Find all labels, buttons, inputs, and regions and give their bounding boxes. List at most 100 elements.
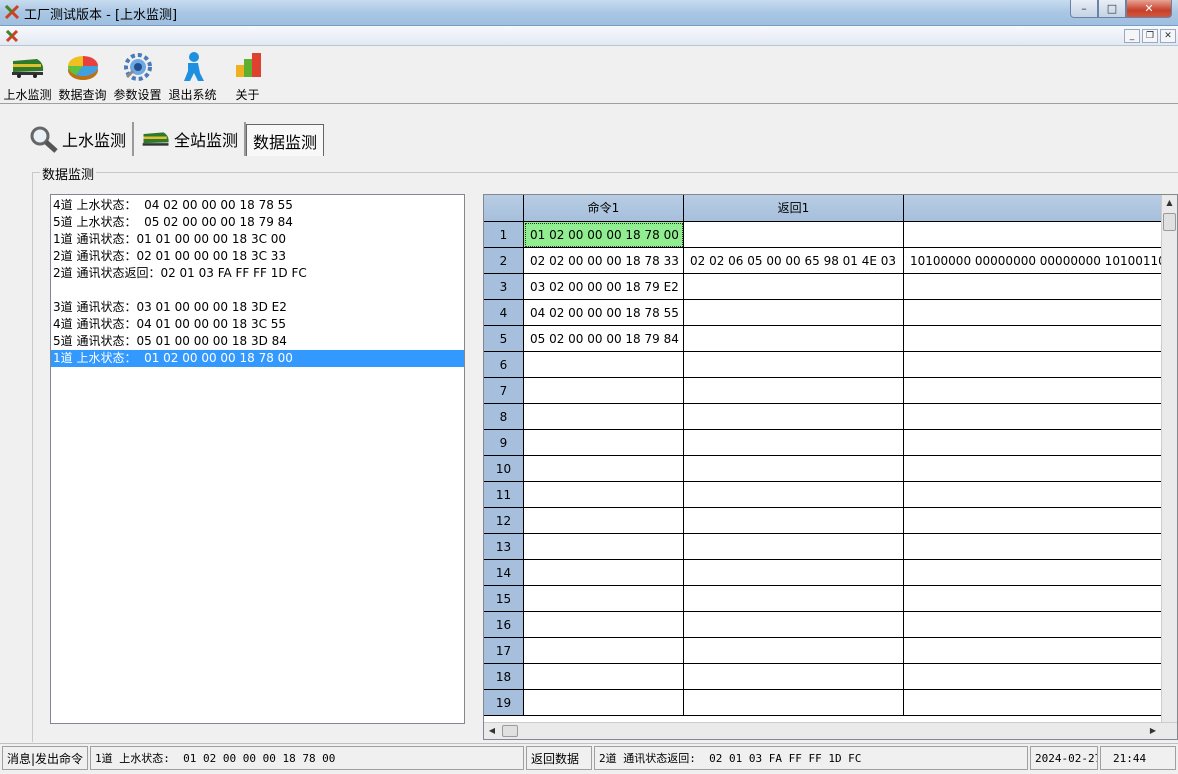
row-header[interactable]: 10: [484, 456, 524, 482]
grid-cell[interactable]: [904, 560, 1164, 586]
mdi-close-button[interactable]: ✕: [1160, 29, 1176, 43]
grid-cell[interactable]: [524, 430, 684, 456]
table-row[interactable]: 13: [484, 534, 1164, 560]
grid-col-header[interactable]: 命令1: [524, 195, 684, 222]
grid-cell[interactable]: [524, 404, 684, 430]
grid-cell[interactable]: [904, 534, 1164, 560]
scroll-thumb[interactable]: [502, 725, 518, 737]
grid-cell[interactable]: [524, 482, 684, 508]
grid-col-header[interactable]: [904, 195, 1164, 222]
grid-cell[interactable]: [684, 534, 904, 560]
table-row[interactable]: 6: [484, 352, 1164, 378]
tab-water-monitor[interactable]: 上水监测: [22, 122, 135, 156]
list-item[interactable]: 4道 上水状态： 04 02 00 00 00 18 78 55: [51, 197, 464, 214]
grid-cell[interactable]: 04 02 00 00 00 18 78 55: [524, 300, 684, 326]
grid-cell[interactable]: [904, 638, 1164, 664]
grid-cell[interactable]: [904, 586, 1164, 612]
table-row[interactable]: 18: [484, 664, 1164, 690]
toolbar-data-query-button[interactable]: 数据查询: [55, 46, 110, 104]
message-log-list[interactable]: 4道 上水状态： 04 02 00 00 00 18 78 55 5道 上水状态：…: [50, 194, 465, 724]
list-item[interactable]: 5道 通讯状态：05 01 00 00 00 18 3D 84: [51, 333, 464, 350]
scroll-thumb[interactable]: [1163, 213, 1176, 231]
grid-cell[interactable]: [904, 404, 1164, 430]
list-item[interactable]: 2道 通讯状态：02 01 00 00 00 18 3C 33: [51, 248, 464, 265]
tab-station-monitor[interactable]: 全站监测: [134, 122, 247, 156]
table-row[interactable]: 2 02 02 00 00 00 18 78 33 02 02 06 05 00 0…: [484, 248, 1164, 274]
grid-cell[interactable]: [524, 612, 684, 638]
grid-cell[interactable]: [524, 638, 684, 664]
row-header[interactable]: 19: [484, 690, 524, 716]
grid-cell[interactable]: [684, 508, 904, 534]
table-row[interactable]: 5 05 02 00 00 00 18 79 84: [484, 326, 1164, 352]
table-row[interactable]: 14: [484, 560, 1164, 586]
row-header[interactable]: 15: [484, 586, 524, 612]
grid-cell[interactable]: [524, 378, 684, 404]
table-row[interactable]: 11: [484, 482, 1164, 508]
grid-cell[interactable]: [904, 482, 1164, 508]
grid-cell[interactable]: [684, 326, 904, 352]
grid-cell[interactable]: [524, 456, 684, 482]
list-item[interactable]: 2道 通讯状态返回：02 01 03 FA FF FF 1D FC: [51, 265, 464, 282]
row-header[interactable]: 6: [484, 352, 524, 378]
table-row[interactable]: 9: [484, 430, 1164, 456]
list-item[interactable]: 3道 通讯状态：03 01 00 00 00 18 3D E2: [51, 299, 464, 316]
row-header[interactable]: 1: [484, 222, 524, 248]
close-button[interactable]: ✕: [1126, 0, 1172, 18]
list-item[interactable]: [51, 282, 464, 299]
grid-cell[interactable]: [684, 456, 904, 482]
toolbar-water-monitor-button[interactable]: 上水监测: [0, 46, 55, 104]
grid-cell[interactable]: [524, 690, 684, 716]
row-header[interactable]: 18: [484, 664, 524, 690]
table-row[interactable]: 19: [484, 690, 1164, 716]
table-row[interactable]: 1 01 02 00 00 00 18 78 00: [484, 222, 1164, 248]
grid-cell[interactable]: [904, 664, 1164, 690]
grid-cell[interactable]: [524, 534, 684, 560]
grid-cell[interactable]: [684, 352, 904, 378]
scroll-right-icon[interactable]: ▶: [1145, 723, 1161, 739]
row-header[interactable]: 12: [484, 508, 524, 534]
table-row[interactable]: 16: [484, 612, 1164, 638]
row-header[interactable]: 8: [484, 404, 524, 430]
maximize-button[interactable]: □: [1098, 0, 1126, 18]
list-item[interactable]: 1道 上水状态： 01 02 00 00 00 18 78 00: [51, 350, 464, 367]
grid-cell[interactable]: [684, 430, 904, 456]
grid-cell[interactable]: [904, 508, 1164, 534]
grid-cell[interactable]: 02 02 00 00 00 18 78 33: [524, 248, 684, 274]
table-row[interactable]: 15: [484, 586, 1164, 612]
grid-cell[interactable]: 05 02 00 00 00 18 79 84: [524, 326, 684, 352]
grid-cell[interactable]: 01 02 00 00 00 18 78 00: [524, 222, 684, 248]
grid-cell[interactable]: [904, 690, 1164, 716]
row-header[interactable]: 3: [484, 274, 524, 300]
grid-cell[interactable]: [684, 222, 904, 248]
table-row[interactable]: 12: [484, 508, 1164, 534]
row-header[interactable]: 16: [484, 612, 524, 638]
scroll-up-icon[interactable]: ▲: [1162, 195, 1177, 211]
grid-cell[interactable]: [904, 300, 1164, 326]
row-header[interactable]: 7: [484, 378, 524, 404]
list-item[interactable]: 4道 通讯状态：04 01 00 00 00 18 3C 55: [51, 316, 464, 333]
tab-data-monitor[interactable]: 数据监测: [246, 124, 325, 156]
row-header[interactable]: 5: [484, 326, 524, 352]
horizontal-scrollbar[interactable]: ◀ ▶: [484, 722, 1177, 739]
grid-cell[interactable]: [524, 508, 684, 534]
toolbar-about-button[interactable]: 关于: [220, 46, 275, 104]
minimize-button[interactable]: –: [1070, 0, 1098, 18]
table-row[interactable]: 17: [484, 638, 1164, 664]
row-header[interactable]: 4: [484, 300, 524, 326]
grid-cell[interactable]: [684, 586, 904, 612]
grid-cell[interactable]: [684, 638, 904, 664]
grid-cell[interactable]: [904, 274, 1164, 300]
grid-cell[interactable]: [684, 664, 904, 690]
grid-cell[interactable]: [684, 378, 904, 404]
grid-cell[interactable]: [684, 482, 904, 508]
mdi-restore-button[interactable]: ❐: [1142, 29, 1158, 43]
table-row[interactable]: 7: [484, 378, 1164, 404]
grid-cell[interactable]: [524, 664, 684, 690]
grid-cell[interactable]: [904, 222, 1164, 248]
grid-cell[interactable]: [684, 612, 904, 638]
grid-cell[interactable]: [904, 326, 1164, 352]
grid-cell[interactable]: [684, 274, 904, 300]
row-header[interactable]: 17: [484, 638, 524, 664]
grid-cell[interactable]: 10100000 00000000 00000000 10100110 00: [904, 248, 1164, 274]
grid-cell[interactable]: 02 02 06 05 00 00 65 98 01 4E 03: [684, 248, 904, 274]
